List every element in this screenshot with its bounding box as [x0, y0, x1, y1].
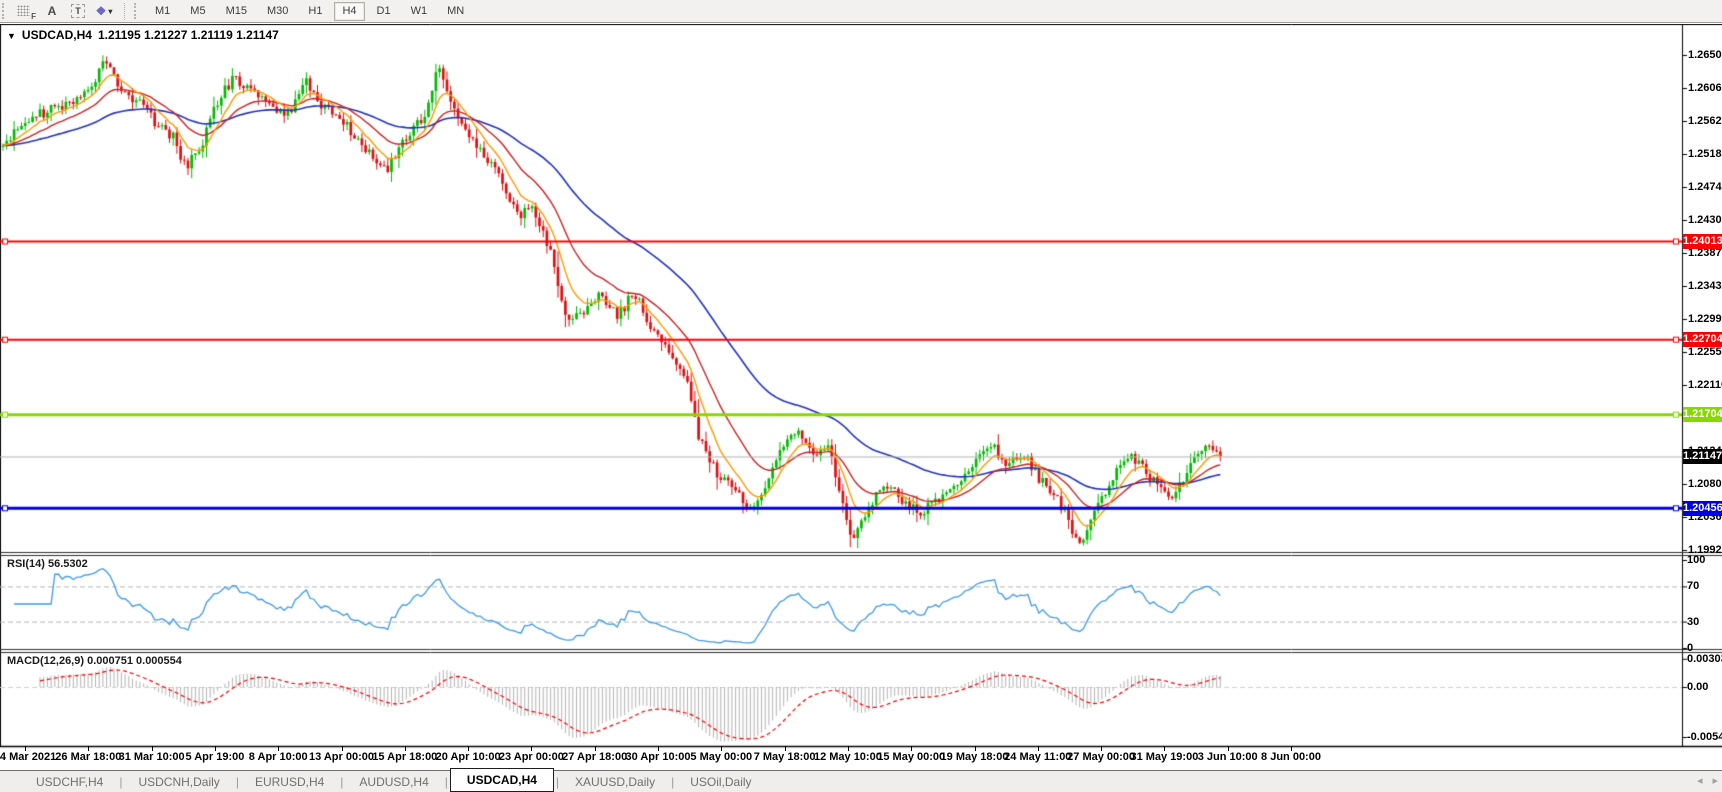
date-axis-label: 8 Apr 10:00 — [248, 751, 308, 763]
tab-audusd-h4[interactable]: AUDUSD,H4 — [345, 773, 442, 791]
timeframe-button-m5[interactable]: M5 — [182, 2, 213, 21]
timeframe-button-mn[interactable]: MN — [439, 2, 472, 21]
shapes-dropdown-caret[interactable]: ▾ — [108, 7, 112, 16]
date-axis-label: 31 Mar 10:00 — [118, 751, 185, 763]
crosshair-grid-icon[interactable]: F — [16, 4, 36, 21]
top-toolbar: F A T ❖ ▾ M1 M5 M15 M30 H1 H4 D1 W1 MN — [0, 0, 1722, 23]
tab-usoil-daily[interactable]: USOil,Daily — [676, 773, 765, 791]
date-axis-label: 7 May 18:00 — [753, 751, 816, 763]
mt4-terminal: { "window": {"width": 1722, "height": 79… — [0, 0, 1722, 792]
grid-f-label: F — [31, 11, 36, 21]
date-axis-label: 24 May 11:00 — [1004, 751, 1072, 763]
date-axis-label: 3 Jun 10:00 — [1197, 751, 1258, 763]
tab-usdcad-h4[interactable]: USDCAD,H4 — [449, 767, 554, 792]
timeframe-button-m30[interactable]: M30 — [259, 2, 296, 21]
date-axis-label: 27 May 00:00 — [1067, 751, 1136, 763]
tab-xauusd-daily[interactable]: XAUUSD,Daily — [561, 773, 669, 791]
tab-separator: | — [235, 774, 239, 789]
toolbar-grip-2[interactable] — [134, 3, 140, 19]
date-axis-label: 5 May 00:00 — [690, 751, 753, 763]
tab-scroll-left-icon[interactable]: ◂ — [1697, 774, 1703, 787]
symbol-tabbar: USDCHF,H4 | USDCNH,Daily | EURUSD,H4 | AUDUSD,… — [0, 767, 1722, 792]
date-axis-label: 5 Apr 19:00 — [185, 751, 245, 763]
timeframe-button-h1[interactable]: H1 — [300, 2, 330, 21]
tab-separator: | — [119, 774, 123, 789]
date-axis-label: 19 May 18:00 — [940, 751, 1009, 763]
date-axis-label: 12 May 10:00 — [813, 751, 882, 763]
shapes-icon[interactable]: ❖ ▾ — [94, 2, 114, 21]
tab-separator: | — [444, 774, 448, 789]
tab-scroll-arrows: ◂ ▸ — [1697, 774, 1718, 787]
tab-list: USDCHF,H4 | USDCNH,Daily | EURUSD,H4 | AUDUSD,… — [22, 767, 766, 792]
timeframe-button-m1[interactable]: M1 — [147, 2, 178, 21]
tab-usdchf-h4[interactable]: USDCHF,H4 — [22, 773, 117, 791]
tab-separator: | — [671, 774, 675, 789]
shapes-glyph: ❖ — [95, 4, 107, 18]
date-axis-label: 20 Apr 10:00 — [435, 751, 501, 763]
timeframe-button-group: M1 M5 M15 M30 H1 H4 D1 W1 MN — [145, 1, 474, 21]
tab-usdcnh-daily[interactable]: USDCNH,Daily — [124, 773, 233, 791]
date-axis-label: 24 Mar 2021 — [0, 751, 57, 763]
date-axis-label: 31 May 19:00 — [1130, 751, 1199, 763]
date-axis-label: 23 Apr 00:00 — [498, 751, 564, 763]
tab-scroll-right-icon[interactable]: ▸ — [1712, 774, 1718, 787]
toolbar-grip[interactable] — [2, 3, 8, 19]
tab-eurusd-h4[interactable]: EURUSD,H4 — [241, 773, 338, 791]
timeframe-button-w1[interactable]: W1 — [403, 2, 436, 21]
toolbar-separator — [124, 2, 125, 20]
grid-dots — [17, 4, 30, 16]
arrow-text-icon[interactable]: A — [42, 2, 62, 21]
timeframe-button-m15[interactable]: M15 — [218, 2, 255, 21]
date-axis-label: 27 Apr 18:00 — [562, 751, 628, 763]
timeframe-button-h4[interactable]: H4 — [334, 1, 365, 21]
date-axis-label: 26 Mar 18:00 — [55, 751, 122, 763]
price-chart-canvas[interactable] — [0, 24, 1722, 750]
timeframe-button-d1[interactable]: D1 — [369, 2, 399, 21]
text-label-icon[interactable]: T — [68, 2, 88, 21]
tab-separator: | — [555, 774, 560, 789]
date-axis-label: 30 Apr 10:00 — [625, 751, 691, 763]
date-axis-label: 13 Apr 00:00 — [308, 751, 375, 763]
date-axis-label: 15 May 00:00 — [877, 751, 946, 763]
tab-separator: | — [340, 774, 344, 789]
date-axis-label: 8 Jun 00:00 — [1261, 751, 1321, 763]
text-label-glyph: T — [71, 4, 85, 18]
date-axis-label: 15 Apr 18:00 — [372, 751, 438, 763]
